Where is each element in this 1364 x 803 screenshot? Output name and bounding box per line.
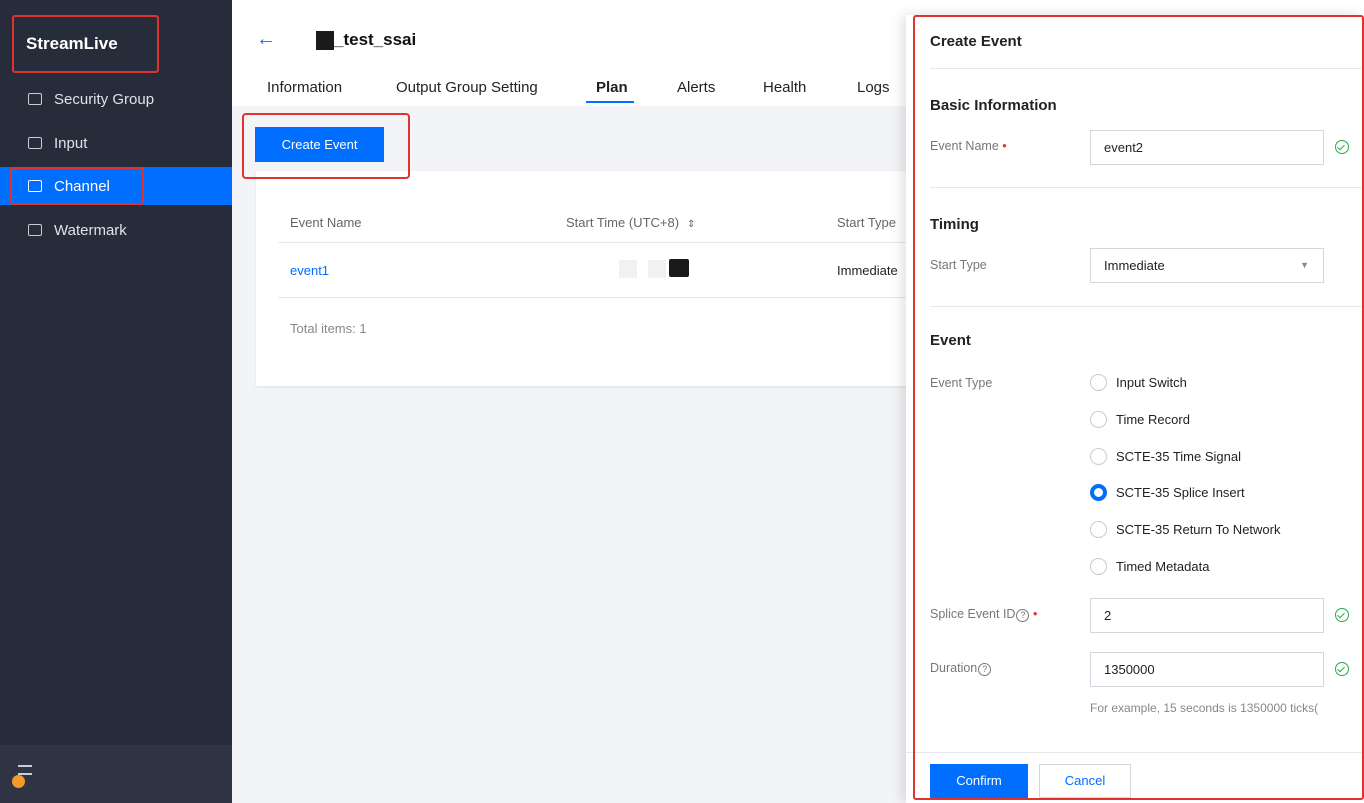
- page-title: _test_ssai: [334, 30, 417, 49]
- duration-label-text: Duration: [930, 661, 978, 675]
- help-icon[interactable]: ?: [1016, 609, 1030, 622]
- duration-input[interactable]: 1350000: [1090, 652, 1324, 687]
- tab-plan[interactable]: Plan: [596, 79, 628, 96]
- section-basic-information: Basic Information: [930, 97, 1057, 114]
- valid-check-icon: [1335, 608, 1349, 622]
- splice-event-id-label-text: Splice Event ID: [930, 607, 1016, 621]
- radio-circle[interactable]: [1090, 521, 1107, 538]
- redacted-text: [669, 259, 689, 277]
- radio-label: Time Record: [1116, 412, 1190, 427]
- radio-label: Input Switch: [1116, 375, 1187, 390]
- splice-event-id-label: Splice Event ID? •: [930, 607, 1038, 622]
- radio-circle[interactable]: [1090, 448, 1107, 465]
- cancel-button[interactable]: Cancel: [1039, 764, 1131, 798]
- radio-circle-selected[interactable]: [1090, 484, 1107, 501]
- radio-label: Timed Metadata: [1116, 559, 1210, 574]
- notification-dot-icon: [12, 775, 25, 788]
- redacted-text: [648, 260, 666, 278]
- column-header-event-name: Event Name: [290, 215, 362, 230]
- start-type-select[interactable]: Immediate ▼: [1090, 248, 1324, 283]
- event-type-label: Event Type: [930, 376, 993, 390]
- sidebar-item-security-group[interactable]: Security Group: [0, 80, 232, 118]
- watermark-icon: [28, 224, 42, 236]
- divider: [278, 297, 946, 298]
- input-icon: [28, 137, 42, 149]
- sort-icon[interactable]: ⇕: [687, 219, 695, 230]
- sidebar-footer: [0, 745, 232, 803]
- tab-logs[interactable]: Logs: [857, 79, 890, 96]
- redacted-text: [316, 31, 334, 50]
- drawer-title: Create Event: [930, 33, 1022, 50]
- event-name-label-text: Event Name: [930, 139, 999, 153]
- radio-input-switch[interactable]: Input Switch: [1090, 374, 1187, 391]
- duration-label: Duration?: [930, 661, 992, 676]
- tab-health[interactable]: Health: [763, 79, 806, 96]
- collapse-icon[interactable]: [18, 765, 32, 775]
- start-time-label: Start Time (UTC+8): [566, 215, 680, 230]
- chevron-down-icon: ▼: [1300, 260, 1309, 270]
- start-type-label: Start Type: [930, 258, 987, 272]
- radio-scte35-splice-insert[interactable]: SCTE-35 Splice Insert: [1090, 484, 1245, 501]
- section-timing: Timing: [930, 216, 979, 233]
- duration-hint: For example, 15 seconds is 1350000 ticks…: [1090, 701, 1319, 715]
- sidebar-item-input[interactable]: Input: [0, 124, 232, 162]
- start-type-selected-value: Immediate: [1104, 258, 1165, 273]
- radio-time-record[interactable]: Time Record: [1090, 411, 1190, 428]
- event-name-label: Event Name •: [930, 139, 1007, 153]
- brand-logo[interactable]: StreamLive: [12, 15, 159, 73]
- create-event-drawer: Create Event Basic Information Event Nam…: [906, 15, 1364, 803]
- radio-circle[interactable]: [1090, 558, 1107, 575]
- radio-label: SCTE-35 Splice Insert: [1116, 485, 1245, 500]
- divider: [930, 187, 1364, 188]
- back-arrow-icon[interactable]: ←: [256, 28, 276, 51]
- radio-label: SCTE-35 Time Signal: [1116, 449, 1241, 464]
- section-event: Event: [930, 332, 971, 349]
- sidebar-item-label: Security Group: [54, 90, 155, 108]
- radio-circle[interactable]: [1090, 374, 1107, 391]
- tab-output-group-setting[interactable]: Output Group Setting: [396, 79, 538, 96]
- tab-alerts[interactable]: Alerts: [677, 79, 715, 96]
- divider: [930, 306, 1364, 307]
- sidebar-item-label: Watermark: [54, 221, 127, 239]
- redacted-text: [619, 260, 637, 278]
- valid-check-icon: [1335, 140, 1349, 154]
- radio-scte35-return-to-network[interactable]: SCTE-35 Return To Network: [1090, 521, 1281, 538]
- tab-information[interactable]: Information: [267, 79, 342, 96]
- radio-circle[interactable]: [1090, 411, 1107, 428]
- radio-label: SCTE-35 Return To Network: [1116, 522, 1281, 537]
- sidebar-item-watermark[interactable]: Watermark: [0, 211, 232, 249]
- event-name-input[interactable]: event2: [1090, 130, 1324, 165]
- column-header-start-type: Start Type: [837, 215, 897, 230]
- divider: [278, 242, 946, 243]
- total-items: Total items: 1: [290, 321, 367, 336]
- confirm-button[interactable]: Confirm: [930, 764, 1028, 798]
- help-icon[interactable]: ?: [978, 663, 992, 676]
- create-event-button[interactable]: Create Event: [255, 127, 384, 162]
- active-tab-indicator: [586, 101, 634, 103]
- brand-name: StreamLive: [26, 34, 118, 53]
- valid-check-icon: [1335, 662, 1349, 676]
- column-header-start-time[interactable]: Start Time (UTC+8) ⇕: [566, 215, 695, 230]
- channel-highlight-box: [10, 167, 144, 205]
- radio-scte35-time-signal[interactable]: SCTE-35 Time Signal: [1090, 448, 1241, 465]
- divider: [906, 752, 1364, 753]
- splice-event-id-input[interactable]: 2: [1090, 598, 1324, 633]
- shield-icon: [28, 93, 42, 105]
- events-table-card: Event Name Start Time (UTC+8) ⇕ Start Typ…: [256, 171, 946, 386]
- sidebar: StreamLive Security Group Input Channel …: [0, 0, 232, 803]
- event-name-link[interactable]: event1: [290, 263, 329, 278]
- divider: [930, 68, 1364, 69]
- start-type-value: Immediate: [837, 263, 898, 278]
- radio-timed-metadata[interactable]: Timed Metadata: [1090, 558, 1209, 575]
- sidebar-item-label: Input: [54, 134, 88, 152]
